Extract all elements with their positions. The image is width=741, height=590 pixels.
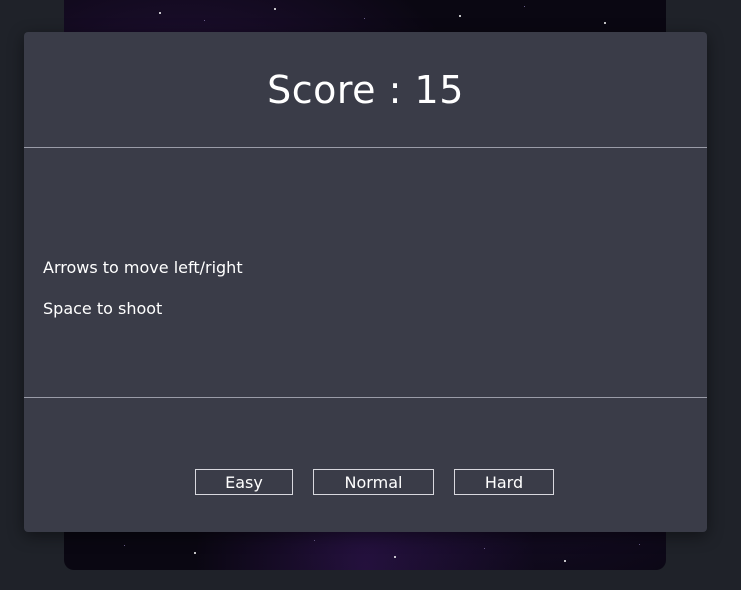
star bbox=[364, 18, 365, 19]
score-display: Score : 15 bbox=[267, 67, 464, 112]
star bbox=[274, 8, 276, 10]
star bbox=[194, 552, 196, 554]
normal-button[interactable]: Normal bbox=[313, 469, 434, 495]
hard-button[interactable]: Hard bbox=[454, 469, 554, 495]
star bbox=[314, 540, 315, 541]
star bbox=[524, 6, 525, 7]
star bbox=[459, 15, 461, 17]
game-over-modal: Score : 15 Arrows to move left/right Spa… bbox=[24, 32, 707, 532]
modal-body: Arrows to move left/right Space to shoot bbox=[24, 148, 707, 398]
star bbox=[604, 22, 606, 24]
modal-header: Score : 15 bbox=[24, 32, 707, 148]
move-instruction: Arrows to move left/right bbox=[43, 258, 243, 277]
modal-footer: Easy Normal Hard bbox=[24, 398, 707, 532]
star bbox=[639, 544, 640, 545]
easy-button[interactable]: Easy bbox=[195, 469, 293, 495]
star bbox=[564, 560, 566, 562]
star bbox=[124, 545, 125, 546]
star bbox=[484, 548, 485, 549]
star bbox=[394, 556, 396, 558]
shoot-instruction: Space to shoot bbox=[43, 299, 163, 318]
star bbox=[159, 12, 161, 14]
star bbox=[204, 20, 205, 21]
